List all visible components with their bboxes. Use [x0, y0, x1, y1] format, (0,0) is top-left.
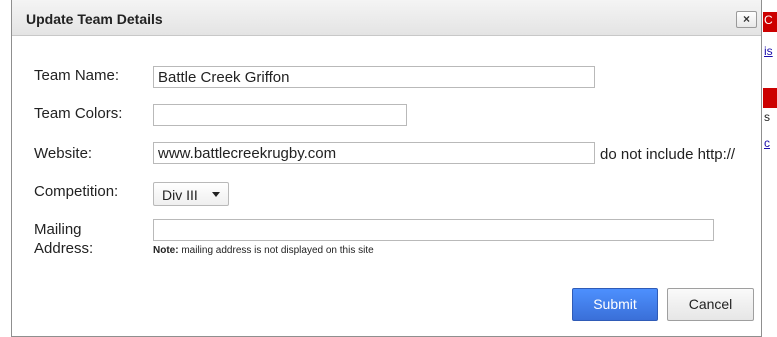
background-text: s: [764, 110, 770, 124]
close-icon: ×: [742, 12, 750, 26]
website-hint: do not include http://: [600, 146, 736, 163]
mailing-address-input[interactable]: [153, 219, 714, 241]
mailing-address-label-line1: Mailing: [34, 221, 82, 238]
cancel-button[interactable]: Cancel: [667, 288, 754, 321]
background-red-block: [763, 88, 777, 108]
background-link[interactable]: c: [764, 136, 770, 150]
close-button[interactable]: ×: [736, 11, 757, 28]
team-name-input[interactable]: [153, 66, 595, 88]
competition-label: Competition:: [34, 183, 119, 200]
background-link[interactable]: is: [764, 44, 773, 58]
background-text: C: [764, 13, 773, 27]
submit-button[interactable]: Submit: [572, 288, 658, 321]
mailing-address-note: Note: mailing address is not displayed o…: [153, 245, 374, 256]
team-colors-label: Team Colors:: [34, 105, 123, 122]
dialog-titlebar: Update Team Details ×: [12, 0, 761, 36]
chevron-down-icon: [212, 192, 220, 197]
note-text: mailing address is not displayed on this…: [178, 245, 374, 256]
mailing-address-label-line2: Address:: [34, 240, 94, 257]
team-name-label: Team Name:: [34, 67, 120, 84]
dialog-title: Update Team Details: [26, 11, 163, 27]
competition-selected-value: Div III: [162, 187, 198, 203]
website-label: Website:: [34, 145, 93, 162]
competition-select[interactable]: Div III: [153, 182, 229, 206]
website-input[interactable]: [153, 142, 595, 164]
note-bold-label: Note:: [153, 245, 179, 256]
update-team-dialog: Update Team Details × Team Name: Team Co…: [11, 0, 762, 337]
team-colors-input[interactable]: [153, 104, 407, 126]
